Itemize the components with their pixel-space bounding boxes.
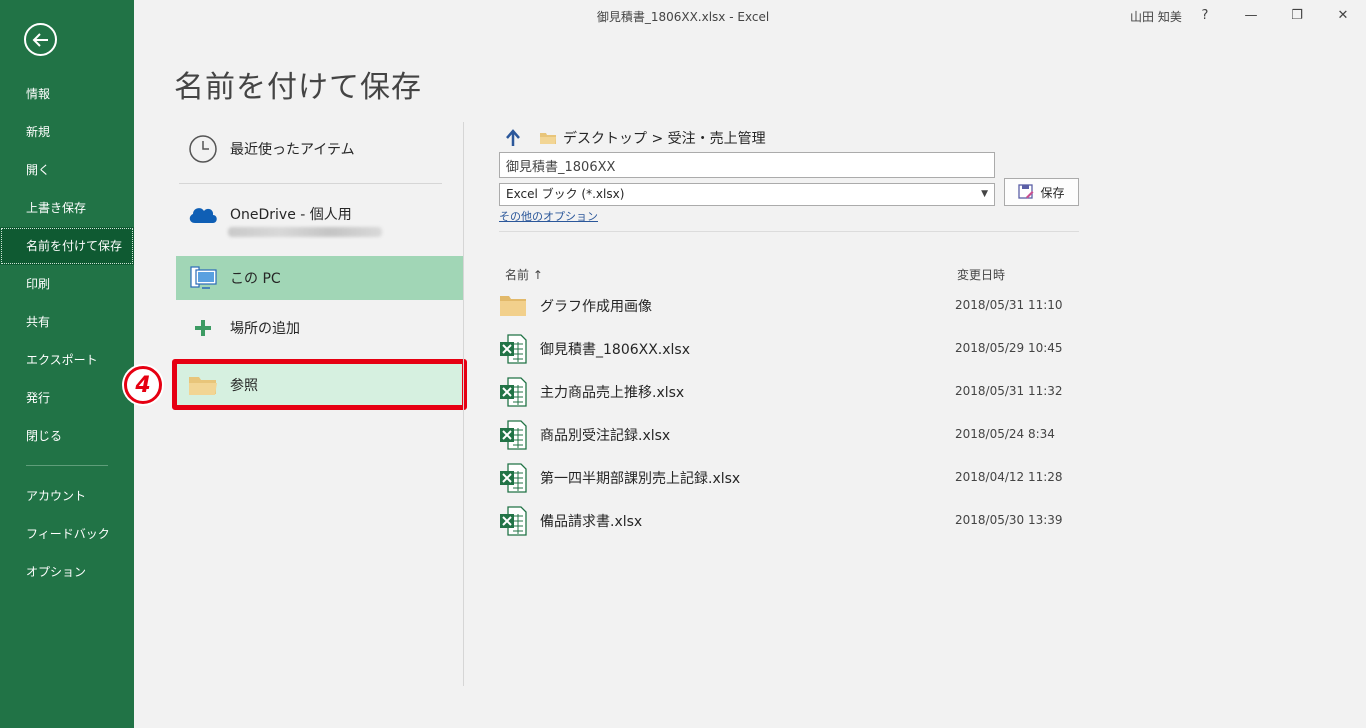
plus-icon (182, 318, 224, 338)
page-title: 名前を付けて保存 (174, 70, 422, 105)
chevron-down-icon: ▼ (981, 189, 988, 199)
sidebar-item-export[interactable]: エクスポート (0, 341, 134, 379)
file-date: 2018/04/12 11:28 (955, 470, 1063, 484)
breadcrumb: デスクトップ > 受注・売上管理 (505, 128, 766, 148)
location-onedrive-label: OneDrive - 個人用 (230, 207, 352, 223)
computer-icon (182, 264, 224, 292)
save-button-label: 保存 (1040, 185, 1065, 200)
locations-divider (179, 183, 442, 184)
pane-divider (463, 122, 464, 686)
column-header-date[interactable]: 変更日時 (957, 266, 1005, 283)
file-date: 2018/05/31 11:32 (955, 384, 1063, 398)
sidebar-item-print[interactable]: 印刷 (0, 265, 134, 303)
sidebar-item-feedback[interactable]: フィードバック (0, 515, 134, 553)
sidebar-item-publish[interactable]: 発行 (0, 379, 134, 417)
user-name[interactable]: 山田 知美 (1130, 8, 1182, 25)
excel-file-icon (499, 420, 527, 450)
highlight-box (172, 359, 467, 410)
excel-file-icon (499, 377, 527, 407)
file-name: 御見積書_1806XX.xlsx (540, 342, 691, 358)
close-window-button[interactable]: ✕ (1320, 0, 1366, 30)
sidebar-item-new[interactable]: 新規 (0, 113, 134, 151)
filename-field[interactable] (499, 152, 995, 178)
sidebar-item-save-as[interactable]: 名前を付けて保存 (0, 227, 134, 265)
location-add-place-label: 場所の追加 (230, 321, 300, 337)
file-date: 2018/05/29 10:45 (955, 341, 1063, 355)
location-this-pc[interactable]: この PC (176, 256, 463, 300)
folder-icon (499, 291, 527, 319)
sidebar-item-options[interactable]: オプション (0, 553, 134, 591)
sidebar-item-share[interactable]: 共有 (0, 303, 134, 341)
minimize-button[interactable]: — (1228, 0, 1274, 30)
up-arrow-icon[interactable] (505, 129, 525, 147)
file-name: 第一四半期部課別売上記録.xlsx (540, 471, 741, 487)
file-name: 主力商品売上推移.xlsx (540, 385, 685, 401)
excel-backstage: 情報 新規 開く 上書き保存 名前を付けて保存 印刷 共有 エクスポート 発行 … (0, 0, 1366, 728)
excel-file-icon (499, 506, 527, 536)
file-date: 2018/05/30 13:39 (955, 513, 1063, 527)
file-type-value: Excel ブック (*.xlsx) (506, 187, 625, 201)
file-row[interactable]: 第一四半期部課別売上記録.xlsx 2018/04/12 11:28 (497, 457, 1079, 497)
file-row[interactable]: 主力商品売上推移.xlsx 2018/05/31 11:32 (497, 371, 1079, 411)
sidebar-item-close[interactable]: 閉じる (0, 417, 134, 455)
sidebar-item-save[interactable]: 上書き保存 (0, 189, 134, 227)
current-path[interactable]: デスクトップ > 受注・売上管理 (563, 128, 766, 148)
location-this-pc-label: この PC (230, 271, 281, 287)
excel-file-icon (499, 334, 527, 364)
sidebar-item-info[interactable]: 情報 (0, 75, 134, 113)
excel-file-icon (499, 463, 527, 493)
clock-icon (182, 134, 224, 164)
save-disk-icon (1018, 184, 1034, 200)
step-number-badge: 4 (124, 366, 162, 404)
file-name: 商品別受注記録.xlsx (540, 428, 671, 444)
file-row[interactable]: 御見積書_1806XX.xlsx 2018/05/29 10:45 (497, 328, 1079, 368)
more-options-link[interactable]: その他のオプション (499, 208, 598, 224)
file-type-dropdown[interactable]: Excel ブック (*.xlsx) ▼ (499, 183, 995, 206)
sidebar-item-open[interactable]: 開く (0, 151, 134, 189)
help-button[interactable]: ? (1182, 0, 1228, 30)
location-recent[interactable]: 最近使ったアイテム (176, 127, 463, 171)
file-name: グラフ作成用画像 (540, 299, 652, 315)
right-divider (499, 231, 1079, 232)
back-button[interactable] (24, 23, 57, 56)
save-button[interactable]: 保存 (1004, 178, 1079, 206)
redacted-account (228, 227, 382, 237)
sidebar-item-account[interactable]: アカウント (0, 477, 134, 515)
file-row[interactable]: グラフ作成用画像 2018/05/31 11:10 (497, 285, 1079, 325)
file-row[interactable]: 備品請求書.xlsx 2018/05/30 13:39 (497, 500, 1079, 540)
cloud-icon (182, 203, 224, 225)
location-add-place[interactable]: 場所の追加 (176, 306, 463, 350)
file-date: 2018/05/31 11:10 (955, 298, 1063, 312)
column-header-name[interactable]: 名前 ↑ (505, 266, 543, 283)
sidebar-divider (26, 465, 108, 466)
file-date: 2018/05/24 8:34 (955, 427, 1055, 441)
arrow-left-icon (32, 32, 48, 47)
folder-icon (539, 131, 557, 145)
backstage-sidebar: 情報 新規 開く 上書き保存 名前を付けて保存 印刷 共有 エクスポート 発行 … (0, 0, 134, 728)
location-recent-label: 最近使ったアイテム (230, 142, 355, 158)
restore-button[interactable]: ❐ (1274, 0, 1320, 30)
file-name: 備品請求書.xlsx (540, 514, 643, 530)
file-row[interactable]: 商品別受注記録.xlsx 2018/05/24 8:34 (497, 414, 1079, 454)
